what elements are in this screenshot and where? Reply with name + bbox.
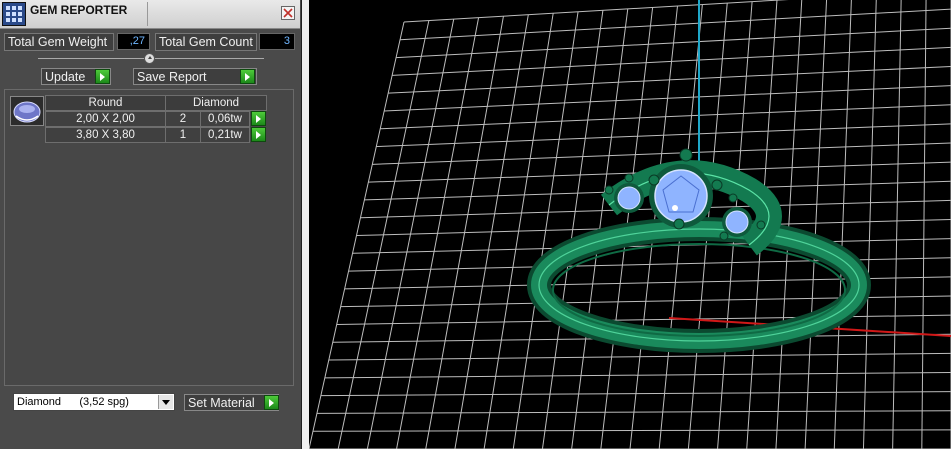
save-report-button-label: Save Report bbox=[137, 70, 207, 84]
3d-viewport[interactable] bbox=[309, 0, 951, 449]
header-shape: Round bbox=[45, 95, 166, 111]
window-title: GEM REPORTER bbox=[30, 3, 128, 17]
close-icon bbox=[283, 8, 293, 18]
update-go-icon[interactable] bbox=[95, 69, 110, 84]
size-slider-handle[interactable] bbox=[144, 53, 155, 64]
ring-model[interactable] bbox=[527, 148, 871, 353]
round-diamond-thumbnail[interactable] bbox=[10, 96, 44, 126]
row2-size: 3,80 X 3,80 bbox=[45, 127, 166, 143]
row1-size: 2,00 X 2,00 bbox=[45, 111, 166, 127]
total-gem-weight-value: ,27 bbox=[117, 33, 150, 50]
gem-reporter-panel: GEM REPORTER Total Gem Weight ,27 Total … bbox=[0, 0, 302, 449]
update-button-label: Update bbox=[45, 70, 86, 84]
title-divider bbox=[147, 2, 148, 26]
save-report-go-icon[interactable] bbox=[240, 69, 255, 84]
title-bar: GEM REPORTER bbox=[0, 0, 300, 29]
chevron-down-icon[interactable] bbox=[158, 395, 173, 409]
total-gem-count-value: 3 bbox=[259, 33, 295, 50]
material-select[interactable]: Diamond (3,52 spg) bbox=[13, 393, 175, 411]
close-button[interactable] bbox=[281, 6, 295, 20]
set-material-button-label: Set Material bbox=[188, 396, 255, 410]
total-gem-weight-label: Total Gem Weight bbox=[4, 33, 114, 51]
gem-reporter-app-icon bbox=[2, 2, 26, 26]
row2-weight: 0,21tw bbox=[200, 127, 250, 143]
material-select-value: Diamond (3,52 spg) bbox=[17, 396, 129, 408]
side-diamond-left bbox=[614, 183, 644, 213]
save-report-button[interactable]: Save Report bbox=[133, 68, 257, 85]
panel-splitter[interactable] bbox=[302, 0, 309, 449]
round-gem-icon bbox=[13, 101, 41, 123]
viewport-canvas bbox=[309, 0, 951, 449]
row2-count: 1 bbox=[165, 127, 201, 143]
set-material-go-icon[interactable] bbox=[264, 395, 279, 410]
header-material: Diamond bbox=[165, 95, 267, 111]
row1-weight: 0,06tw bbox=[200, 111, 250, 127]
center-diamond bbox=[649, 164, 713, 228]
total-gem-count-label: Total Gem Count bbox=[155, 33, 257, 51]
row1-count: 2 bbox=[165, 111, 201, 127]
row1-go-icon[interactable] bbox=[251, 111, 266, 126]
row2-go-icon[interactable] bbox=[251, 127, 266, 142]
